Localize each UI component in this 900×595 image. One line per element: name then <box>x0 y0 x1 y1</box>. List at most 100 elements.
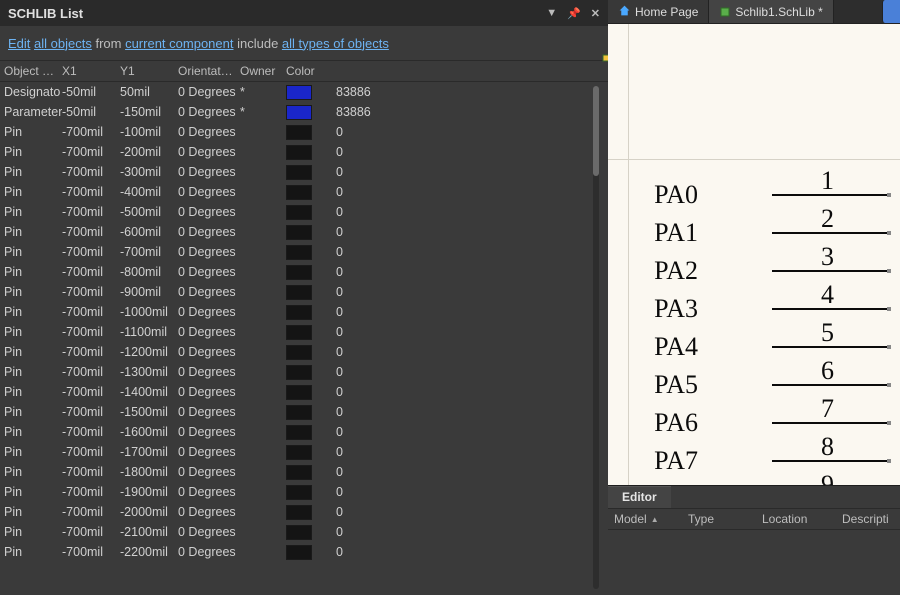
cell-object: Pin <box>4 525 62 539</box>
table-row[interactable]: Pin-700mil-300mil0 Degrees0 <box>0 162 608 182</box>
table-row[interactable]: Pin-700mil-500mil0 Degrees0 <box>0 202 608 222</box>
schematic-pin[interactable]: PA23 <box>608 248 900 286</box>
cell-orientation: 0 Degrees <box>178 345 240 359</box>
schematic-pin[interactable]: 9 <box>608 476 900 485</box>
color-swatch[interactable] <box>286 265 312 280</box>
schematic-pin[interactable]: PA67 <box>608 400 900 438</box>
table-row[interactable]: Pin-700mil-1600mil0 Degrees0 <box>0 422 608 442</box>
panel-pin-icon[interactable]: 📌 <box>567 7 581 20</box>
col-model[interactable]: Model▲ <box>608 512 682 526</box>
color-swatch[interactable] <box>286 465 312 480</box>
pin-number: 7 <box>821 394 834 424</box>
panel-dropdown-icon[interactable]: ▼ <box>546 7 557 20</box>
table-row[interactable]: Pin-700mil-2000mil0 Degrees0 <box>0 502 608 522</box>
schematic-pin[interactable]: PA56 <box>608 362 900 400</box>
color-swatch[interactable] <box>286 105 312 120</box>
color-swatch[interactable] <box>286 345 312 360</box>
cell-y1: -800mil <box>120 265 178 279</box>
color-swatch[interactable] <box>286 245 312 260</box>
editor-tab[interactable]: Editor <box>608 486 671 508</box>
table-row[interactable]: Pin-700mil-600mil0 Degrees0 <box>0 222 608 242</box>
col-description[interactable]: Descripti <box>836 512 900 526</box>
table-row[interactable]: Pin-700mil-400mil0 Degrees0 <box>0 182 608 202</box>
table-row[interactable]: Pin-700mil-1500mil0 Degrees0 <box>0 402 608 422</box>
filter-currentcomponent-link[interactable]: current component <box>125 36 233 51</box>
col-x1[interactable]: X1 <box>62 64 120 78</box>
col-owner[interactable]: Owner <box>240 64 286 78</box>
cell-colorval: 0 <box>330 305 608 319</box>
table-row[interactable]: Pin-700mil-800mil0 Degrees0 <box>0 262 608 282</box>
filter-allobjects-link[interactable]: all objects <box>34 36 92 51</box>
table-row[interactable]: Parameter-50mil-150mil0 Degrees*83886 <box>0 102 608 122</box>
table-row[interactable]: Pin-700mil-1300mil0 Degrees0 <box>0 362 608 382</box>
schematic-canvas[interactable]: PA01PA12PA23PA34PA45PA56PA67PA789 <box>608 24 900 485</box>
color-swatch[interactable] <box>286 525 312 540</box>
color-swatch[interactable] <box>286 125 312 140</box>
schematic-pin[interactable]: PA12 <box>608 210 900 248</box>
color-swatch[interactable] <box>286 205 312 220</box>
color-swatch[interactable] <box>286 445 312 460</box>
panel-close-icon[interactable]: ✕ <box>591 7 600 20</box>
schematic-pin[interactable]: PA78 <box>608 438 900 476</box>
color-swatch[interactable] <box>286 485 312 500</box>
tab-home[interactable]: Home Page <box>608 0 709 23</box>
color-swatch[interactable] <box>286 405 312 420</box>
color-swatch[interactable] <box>286 85 312 100</box>
table-row[interactable]: Pin-700mil-1400mil0 Degrees0 <box>0 382 608 402</box>
table-row[interactable]: Pin-700mil-2200mil0 Degrees0 <box>0 542 608 562</box>
color-swatch[interactable] <box>286 365 312 380</box>
table-row[interactable]: Pin-700mil-700mil0 Degrees0 <box>0 242 608 262</box>
schematic-pin[interactable]: PA01 <box>608 172 900 210</box>
table-row[interactable]: Pin-700mil-1000mil0 Degrees0 <box>0 302 608 322</box>
color-swatch[interactable] <box>286 425 312 440</box>
color-swatch[interactable] <box>286 225 312 240</box>
cell-x1: -700mil <box>62 425 120 439</box>
table-row[interactable]: Pin-700mil-1100mil0 Degrees0 <box>0 322 608 342</box>
col-object[interactable]: Object … <box>4 64 62 78</box>
table-row[interactable]: Pin-700mil-2100mil0 Degrees0 <box>0 522 608 542</box>
panel-titlebar[interactable]: SCHLIB List ▼ 📌 ✕ <box>0 0 608 26</box>
cell-y1: -1900mil <box>120 485 178 499</box>
pin-endpoint <box>887 193 891 197</box>
table-row[interactable]: Designato-50mil50mil0 Degrees*83886 <box>0 82 608 102</box>
top-right-widget[interactable] <box>882 0 900 23</box>
col-y1[interactable]: Y1 <box>120 64 178 78</box>
vertical-scrollbar[interactable] <box>593 86 599 589</box>
cell-colorval: 0 <box>330 425 608 439</box>
cell-orientation: 0 Degrees <box>178 325 240 339</box>
filter-edit-link[interactable]: Edit <box>8 36 30 51</box>
color-swatch[interactable] <box>286 545 312 560</box>
cell-color <box>286 305 330 320</box>
filter-include-text: include <box>233 36 281 51</box>
color-swatch[interactable] <box>286 145 312 160</box>
col-color[interactable]: Color <box>286 64 330 78</box>
table-row[interactable]: Pin-700mil-200mil0 Degrees0 <box>0 142 608 162</box>
color-swatch[interactable] <box>286 185 312 200</box>
cell-y1: -2200mil <box>120 545 178 559</box>
scrollbar-thumb[interactable] <box>593 86 599 176</box>
color-swatch[interactable] <box>286 165 312 180</box>
col-orientation[interactable]: Orientat… <box>178 64 240 78</box>
color-swatch[interactable] <box>286 305 312 320</box>
table-row[interactable]: Pin-700mil-1700mil0 Degrees0 <box>0 442 608 462</box>
cell-colorval: 0 <box>330 225 608 239</box>
tab-schlib[interactable]: Schlib1.SchLib * <box>709 0 833 23</box>
color-swatch[interactable] <box>286 285 312 300</box>
table-row[interactable]: Pin-700mil-900mil0 Degrees0 <box>0 282 608 302</box>
color-swatch[interactable] <box>286 505 312 520</box>
filter-alltypes-link[interactable]: all types of objects <box>282 36 389 51</box>
schematic-pin[interactable]: PA45 <box>608 324 900 362</box>
pin-line <box>772 308 888 310</box>
connector-icon[interactable] <box>578 32 600 54</box>
color-swatch[interactable] <box>286 385 312 400</box>
schlib-list-panel: SCHLIB List ▼ 📌 ✕ Edit all objects from … <box>0 0 608 595</box>
table-row[interactable]: Pin-700mil-1900mil0 Degrees0 <box>0 482 608 502</box>
schematic-pin[interactable]: PA34 <box>608 286 900 324</box>
cell-colorval: 0 <box>330 345 608 359</box>
col-type[interactable]: Type <box>682 512 756 526</box>
table-row[interactable]: Pin-700mil-1800mil0 Degrees0 <box>0 462 608 482</box>
col-location[interactable]: Location <box>756 512 836 526</box>
table-row[interactable]: Pin-700mil-1200mil0 Degrees0 <box>0 342 608 362</box>
table-row[interactable]: Pin-700mil-100mil0 Degrees0 <box>0 122 608 142</box>
color-swatch[interactable] <box>286 325 312 340</box>
